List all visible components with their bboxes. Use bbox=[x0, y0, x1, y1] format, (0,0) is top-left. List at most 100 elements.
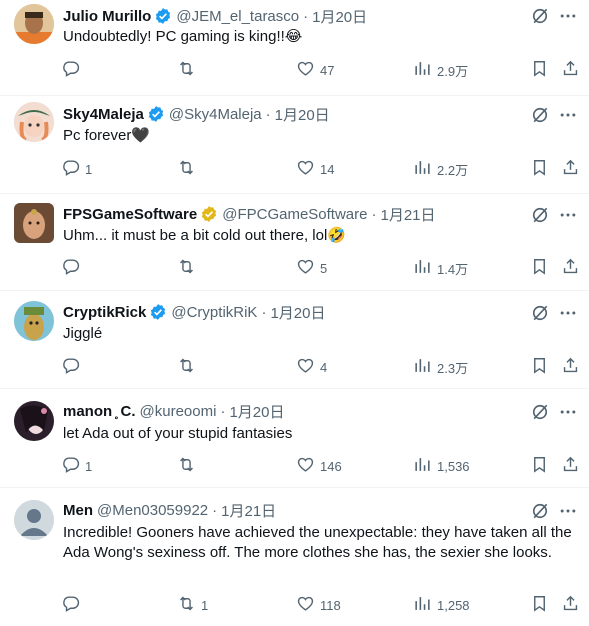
views-button[interactable]: 1,258 bbox=[413, 594, 470, 616]
like-button[interactable]: 118 bbox=[296, 594, 341, 616]
author-handle[interactable]: @JEM_el_tarasco bbox=[176, 8, 299, 25]
reply-button[interactable] bbox=[61, 594, 85, 616]
bookmark-button[interactable] bbox=[530, 356, 549, 378]
retweet-button[interactable] bbox=[177, 455, 201, 477]
tweet-0[interactable]: Julio Murillo @JEM_el_tarasco · 1月20日 Un… bbox=[0, 0, 589, 96]
emoji: 🤣 bbox=[327, 227, 346, 244]
grok-icon[interactable] bbox=[529, 104, 551, 126]
verified-badge-icon bbox=[149, 303, 167, 321]
like-button[interactable]: 146 bbox=[296, 455, 342, 477]
grok-icon[interactable] bbox=[529, 302, 551, 324]
grok-icon[interactable] bbox=[529, 401, 551, 423]
timestamp[interactable]: 1月21日 bbox=[381, 204, 436, 224]
tweet-1[interactable]: Sky4Maleja @Sky4Maleja · 1月20日 Pc foreve… bbox=[0, 96, 589, 194]
author-handle[interactable]: @Men03059922 bbox=[97, 502, 208, 519]
more-icon[interactable] bbox=[557, 401, 579, 423]
views-button[interactable]: 2.9万 bbox=[413, 59, 468, 81]
reply-button[interactable] bbox=[61, 59, 85, 81]
more-icon[interactable] bbox=[557, 204, 579, 226]
author-name[interactable]: Sky4Maleja bbox=[63, 106, 144, 123]
like-button[interactable]: 5 bbox=[296, 257, 327, 279]
author-name[interactable]: Men bbox=[63, 502, 93, 519]
share-button[interactable] bbox=[561, 257, 580, 279]
bookmark-icon bbox=[530, 455, 549, 477]
retweet-button[interactable]: 1 bbox=[177, 594, 208, 616]
views-count: 1,536 bbox=[437, 458, 470, 474]
share-button[interactable] bbox=[561, 158, 580, 180]
bookmark-button[interactable] bbox=[530, 455, 549, 477]
timestamp[interactable]: 1月20日 bbox=[229, 401, 284, 421]
like-count: 146 bbox=[320, 458, 342, 474]
share-button[interactable] bbox=[561, 356, 580, 378]
more-icon[interactable] bbox=[557, 5, 579, 27]
avatar[interactable] bbox=[14, 401, 54, 441]
tweet-header: Sky4Maleja @Sky4Maleja · 1月20日 bbox=[63, 104, 525, 124]
timestamp[interactable]: 1月20日 bbox=[312, 6, 367, 26]
bookmark-button[interactable] bbox=[530, 594, 549, 616]
more-icon[interactable] bbox=[557, 302, 579, 324]
views-icon bbox=[413, 59, 432, 81]
share-button[interactable] bbox=[561, 594, 580, 616]
more-icon[interactable] bbox=[557, 500, 579, 522]
bookmark-icon bbox=[530, 158, 549, 180]
tweet-5[interactable]: Men @Men03059922 · 1月21日 Incredible! Goo… bbox=[0, 488, 589, 626]
emoji: 😂 bbox=[284, 28, 303, 45]
share-button[interactable] bbox=[561, 455, 580, 477]
reply-button[interactable] bbox=[61, 257, 85, 279]
tweet-text: Uhm... it must be a bit cold out there, … bbox=[63, 226, 575, 246]
like-button[interactable]: 47 bbox=[296, 59, 334, 81]
grok-icon[interactable] bbox=[529, 500, 551, 522]
grok-icon[interactable] bbox=[529, 5, 551, 27]
tweet-text: Pc forever🖤 bbox=[63, 126, 575, 146]
views-button[interactable]: 1.4万 bbox=[413, 257, 468, 279]
grok-icon[interactable] bbox=[529, 204, 551, 226]
avatar[interactable] bbox=[14, 4, 54, 44]
reply-button[interactable]: 1 bbox=[61, 455, 92, 477]
retweet-button[interactable] bbox=[177, 59, 201, 81]
tweet-4[interactable]: manon ̥̥ C. @kureoomi · 1月20日 let Ada ou… bbox=[0, 389, 589, 488]
bookmark-button[interactable] bbox=[530, 158, 549, 180]
views-button[interactable]: 2.2万 bbox=[413, 158, 468, 180]
share-button[interactable] bbox=[561, 59, 580, 81]
separator-dot: · bbox=[371, 205, 377, 223]
timestamp[interactable]: 1月20日 bbox=[270, 302, 325, 322]
author-name[interactable]: Julio Murillo bbox=[63, 8, 151, 25]
retweet-count: 1 bbox=[201, 597, 209, 613]
share-icon bbox=[561, 257, 580, 279]
timestamp[interactable]: 1月20日 bbox=[275, 104, 330, 124]
avatar[interactable] bbox=[14, 301, 54, 341]
reply-button[interactable] bbox=[61, 356, 85, 378]
author-handle[interactable]: @CryptikRiK bbox=[171, 304, 257, 321]
like-icon bbox=[296, 594, 315, 616]
tweet-text: Jigglé bbox=[63, 324, 575, 344]
like-button[interactable]: 14 bbox=[296, 158, 334, 180]
separator-dot: · bbox=[265, 105, 271, 123]
retweet-button[interactable] bbox=[177, 257, 201, 279]
tweet-2[interactable]: FPSGameSoftware @FPCGameSoftware · 1月21日… bbox=[0, 194, 589, 291]
author-handle[interactable]: @kureoomi bbox=[140, 403, 217, 420]
tweet-header: manon ̥̥ C. @kureoomi · 1月20日 bbox=[63, 401, 525, 421]
views-button[interactable]: 2.3万 bbox=[413, 356, 468, 378]
timestamp[interactable]: 1月21日 bbox=[221, 500, 276, 520]
bookmark-icon bbox=[530, 257, 549, 279]
author-handle[interactable]: @FPCGameSoftware bbox=[222, 206, 367, 223]
views-button[interactable]: 1,536 bbox=[413, 455, 470, 477]
retweet-icon bbox=[177, 158, 196, 180]
author-handle[interactable]: @Sky4Maleja bbox=[169, 106, 262, 123]
more-icon[interactable] bbox=[557, 104, 579, 126]
like-button[interactable]: 4 bbox=[296, 356, 327, 378]
author-name[interactable]: manon ̥̥ C. bbox=[63, 403, 136, 420]
retweet-button[interactable] bbox=[177, 356, 201, 378]
reply-icon bbox=[61, 356, 80, 378]
avatar[interactable] bbox=[14, 203, 54, 243]
author-name[interactable]: FPSGameSoftware bbox=[63, 206, 197, 223]
author-name[interactable]: CryptikRick bbox=[63, 304, 146, 321]
retweet-button[interactable] bbox=[177, 158, 201, 180]
bookmark-button[interactable] bbox=[530, 59, 549, 81]
reply-button[interactable]: 1 bbox=[61, 158, 92, 180]
avatar-default-icon[interactable] bbox=[14, 500, 54, 540]
tweet-3[interactable]: CryptikRick @CryptikRiK · 1月20日 Jigglé 4… bbox=[0, 291, 589, 389]
action-bar: 47 2.9万 bbox=[0, 59, 589, 81]
bookmark-button[interactable] bbox=[530, 257, 549, 279]
avatar[interactable] bbox=[14, 102, 54, 142]
